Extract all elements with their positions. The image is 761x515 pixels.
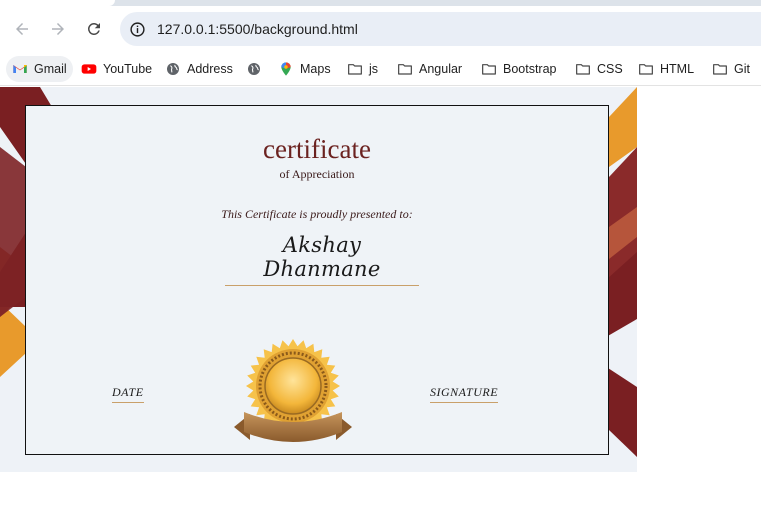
arrow-left-icon — [16, 23, 28, 35]
bookmark-address[interactable]: Address — [159, 56, 239, 82]
bookmark-label: Git — [734, 62, 750, 76]
back-button[interactable] — [10, 17, 34, 41]
bookmark-label: Bootstrap — [503, 62, 557, 76]
arrow-right-icon — [52, 23, 64, 35]
medal-face — [264, 357, 322, 415]
bookmark-folder-bootstrap[interactable]: Bootstrap — [475, 56, 563, 82]
bookmark-folder-js[interactable]: js — [341, 56, 384, 82]
bookmark-gmail[interactable]: Gmail — [6, 56, 73, 82]
date-label: DATE — [112, 385, 144, 403]
folder-icon — [348, 64, 362, 75]
bookmark-folder-angular[interactable]: Angular — [391, 56, 468, 82]
presented-text: This Certificate is proudly presented to… — [221, 207, 413, 221]
bookmark-label: Maps — [300, 62, 331, 76]
youtube-icon — [81, 64, 97, 74]
recipient-name: Akshay Dhanmane — [225, 233, 419, 286]
page-viewport: certificate of Appreciation This Certifi… — [0, 87, 761, 515]
bookmark-label: Angular — [419, 62, 463, 76]
signature-label: SIGNATURE — [430, 385, 499, 403]
bookmark-folder-git[interactable]: Git — [706, 56, 756, 82]
folder-icon — [639, 64, 653, 75]
bookmark-label: HTML — [660, 62, 695, 76]
bookmark-label: YouTube — [103, 62, 153, 76]
award-medal-icon — [234, 339, 352, 442]
certificate-subtitle: of Appreciation — [279, 167, 355, 181]
folder-icon — [713, 64, 727, 75]
reload-button[interactable] — [82, 17, 106, 41]
gmail-icon — [13, 65, 27, 73]
bookmarks-bar: Gmail YouTube Address Maps js Angular Bo… — [0, 52, 761, 86]
folder-icon — [398, 64, 412, 75]
certificate-background: certificate of Appreciation This Certifi… — [0, 87, 637, 472]
bookmark-youtube[interactable]: YouTube — [75, 56, 158, 82]
globe-icon — [167, 63, 179, 75]
certificate-title: certificate — [263, 134, 371, 164]
certificate-frame: certificate of Appreciation This Certifi… — [25, 105, 609, 455]
bookmark-maps[interactable]: Maps — [272, 56, 337, 82]
bookmark-folder-html[interactable]: HTML — [632, 56, 700, 82]
forward-button[interactable] — [46, 17, 70, 41]
folder-icon — [482, 64, 496, 75]
bookmark-folder-css[interactable]: CSS — [569, 56, 629, 82]
address-bar[interactable]: 127.0.0.1:5500/background.html — [120, 12, 761, 46]
globe-icon — [248, 63, 260, 75]
left-band — [0, 147, 26, 317]
bookmark-label: Gmail — [34, 62, 67, 76]
reload-icon — [87, 22, 100, 35]
maps-icon — [281, 62, 291, 76]
bookmark-untitled[interactable] — [240, 56, 274, 82]
bookmark-label: CSS — [597, 62, 623, 76]
url-text[interactable]: 127.0.0.1:5500/background.html — [157, 20, 358, 38]
folder-icon — [576, 64, 590, 75]
browser-toolbar: 127.0.0.1:5500/background.html — [0, 6, 761, 52]
site-info-icon[interactable] — [128, 20, 146, 38]
bookmark-label: Address — [187, 62, 233, 76]
bookmark-label: js — [369, 62, 379, 76]
